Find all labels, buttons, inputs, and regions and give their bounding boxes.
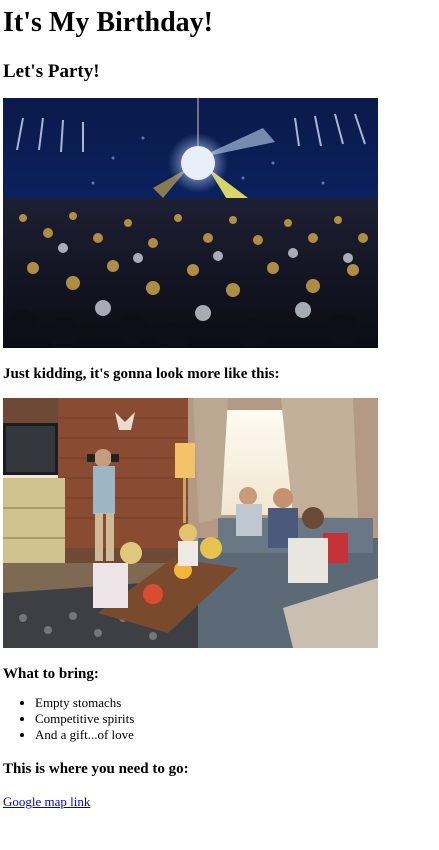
party-crowd-image [3,98,378,348]
bring-item-spirits: Competitive spirits [35,711,431,727]
page-content: It's My Birthday! Let's Party! Just kidd… [0,6,439,811]
bring-heading: What to bring: [3,666,99,682]
living-room-image [3,398,378,648]
bring-item-stomachs: Empty stomachs [35,695,431,711]
where-heading: This is where you need to go: [3,761,189,777]
bring-item-gift: And a gift...of love [35,727,431,743]
kidding-text: Just kidding, it's gonna look more like … [3,366,280,382]
google-map-link[interactable]: Google map link [3,794,90,810]
page-subtitle: Let's Party! [3,61,100,82]
bring-list: Empty stomachs Competitive spirits And a… [8,695,431,743]
page-title: It's My Birthday! [3,7,213,38]
